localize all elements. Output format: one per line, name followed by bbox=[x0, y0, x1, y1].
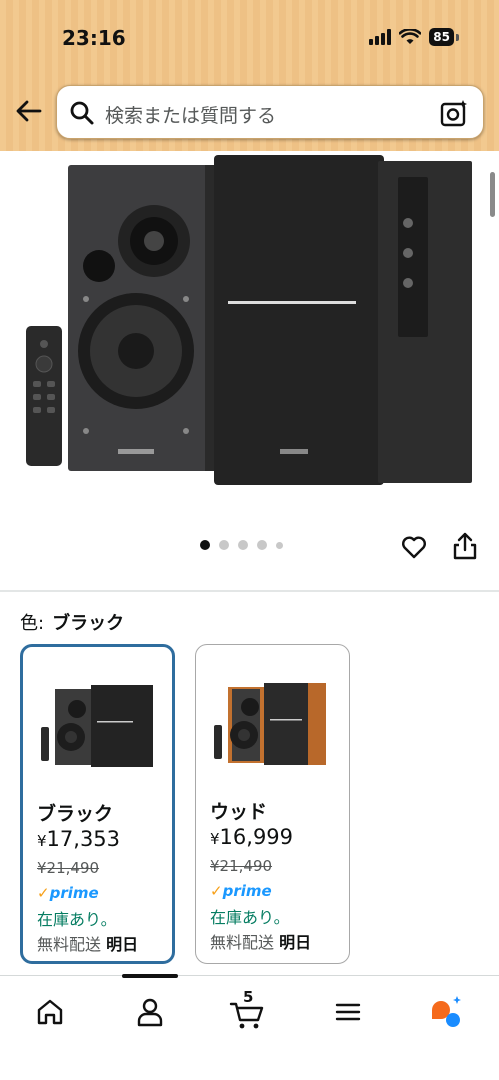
product-image-gallery[interactable] bbox=[0, 151, 499, 531]
header: 23:16 85 検索または質問する bbox=[0, 0, 499, 151]
price-symbol: ¥ bbox=[210, 830, 220, 848]
shipping-day: 明日 bbox=[279, 933, 312, 952]
list-price: ¥21,490 bbox=[37, 859, 100, 877]
wifi-icon bbox=[399, 29, 422, 44]
variant-card-black[interactable]: ブラック ¥17,353 ¥21,490 ✓prime 在庫あり。 無料配送 明… bbox=[20, 644, 175, 964]
battery-indicator: 85 bbox=[429, 28, 454, 46]
cart-count-badge: 5 bbox=[243, 988, 254, 1006]
status-icons: 85 bbox=[369, 28, 459, 46]
status-bar: 23:16 85 bbox=[0, 22, 499, 54]
pagination-dot[interactable] bbox=[257, 540, 267, 550]
pagination-dot[interactable] bbox=[276, 541, 283, 549]
variant-thumbnail bbox=[41, 685, 153, 767]
shipping-prefix: 無料配送 bbox=[210, 933, 275, 952]
variant-thumbnail bbox=[214, 683, 326, 765]
left-speaker-image bbox=[68, 165, 217, 471]
search-bar[interactable]: 検索または質問する bbox=[56, 85, 484, 139]
variant-selected-value: ブラック bbox=[52, 613, 125, 634]
section-divider bbox=[0, 590, 499, 592]
menu-icon[interactable] bbox=[328, 992, 368, 1032]
list-price: ¥21,490 bbox=[210, 857, 273, 875]
shipping-info: 無料配送 明日 bbox=[210, 929, 311, 953]
variant-label: 色: ブラック bbox=[20, 609, 124, 635]
camera-search-icon[interactable] bbox=[439, 98, 469, 128]
prime-label: prime bbox=[49, 884, 99, 902]
shipping-day: 明日 bbox=[106, 935, 139, 954]
rufus-assistant-icon[interactable] bbox=[425, 992, 465, 1032]
scrollbar[interactable] bbox=[490, 172, 495, 217]
pagination-dot[interactable] bbox=[219, 540, 229, 550]
heart-icon[interactable] bbox=[400, 533, 428, 561]
shipping-prefix: 無料配送 bbox=[37, 935, 102, 954]
right-speaker-image bbox=[214, 155, 472, 485]
shipping-info: 無料配送 明日 bbox=[37, 931, 138, 955]
account-icon[interactable] bbox=[130, 992, 170, 1032]
variant-price: ¥16,999 bbox=[210, 825, 293, 849]
signal-icon bbox=[369, 29, 392, 45]
pagination-dot[interactable] bbox=[238, 540, 248, 550]
battery-tip bbox=[456, 33, 459, 41]
price-value: 16,999 bbox=[219, 825, 294, 849]
price-symbol: ¥ bbox=[37, 832, 47, 850]
prime-check-icon: ✓ bbox=[210, 882, 223, 900]
stock-status: 在庫あり。 bbox=[210, 908, 290, 927]
variant-label-text: 色: bbox=[20, 613, 45, 634]
home-icon[interactable] bbox=[30, 992, 70, 1032]
prime-badge: ✓prime bbox=[210, 882, 272, 900]
prime-check-icon: ✓ bbox=[37, 884, 50, 902]
search-input[interactable]: 検索または質問する bbox=[105, 101, 276, 128]
back-arrow-icon[interactable] bbox=[14, 96, 44, 126]
status-time: 23:16 bbox=[62, 26, 126, 50]
stock-status: 在庫あり。 bbox=[37, 910, 117, 929]
variant-name: ブラック bbox=[37, 803, 114, 825]
image-pagination[interactable] bbox=[200, 540, 283, 550]
active-tab-indicator bbox=[122, 974, 178, 978]
prime-badge: ✓prime bbox=[37, 884, 99, 902]
remote-control-image bbox=[26, 326, 62, 466]
product-image bbox=[26, 155, 472, 485]
share-icon[interactable] bbox=[451, 531, 479, 561]
prime-label: prime bbox=[222, 882, 272, 900]
pagination-dot[interactable] bbox=[200, 540, 210, 550]
variant-card-wood[interactable]: ウッド ¥16,999 ¥21,490 ✓prime 在庫あり。 無料配送 明日 bbox=[195, 644, 350, 964]
variant-name: ウッド bbox=[210, 801, 268, 823]
variant-price: ¥17,353 bbox=[37, 827, 120, 851]
search-icon bbox=[70, 101, 94, 125]
price-value: 17,353 bbox=[46, 827, 121, 851]
